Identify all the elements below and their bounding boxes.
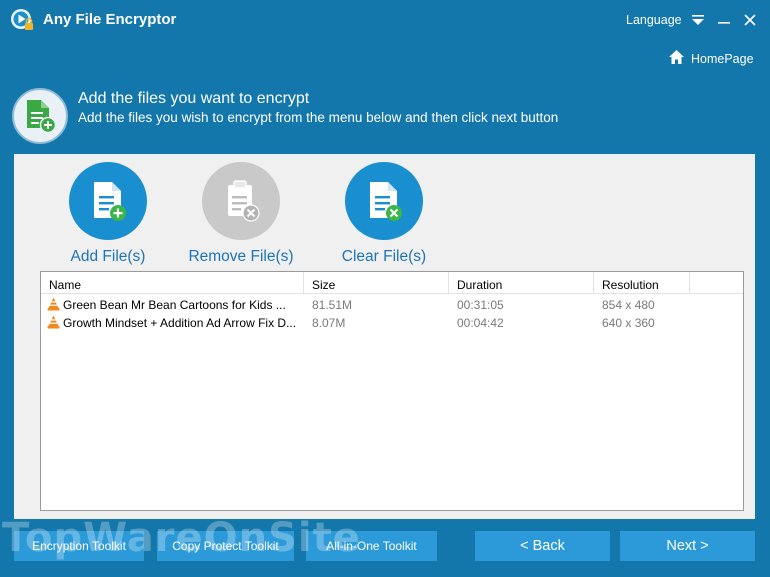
app-title: Any File Encryptor: [43, 11, 177, 28]
column-header-size[interactable]: Size: [304, 272, 449, 294]
copy-protect-toolkit-button[interactable]: Copy Protect Toolkit: [157, 531, 294, 561]
dropdown-menu-icon[interactable]: [688, 10, 708, 30]
add-file-step-icon: [12, 88, 68, 144]
add-files-label: Add File(s): [70, 248, 146, 265]
table-header: Name Size Duration Resolution: [41, 272, 743, 294]
title-bar: Any File Encryptor Language: [0, 0, 770, 42]
close-icon[interactable]: [740, 10, 760, 30]
clear-files-button[interactable]: Clear File(s): [319, 162, 449, 266]
column-header-duration[interactable]: Duration: [449, 272, 594, 294]
step-subtitle: Add the files you wish to encrypt from t…: [78, 110, 559, 125]
column-header-name[interactable]: Name: [41, 272, 304, 294]
minimize-icon[interactable]: [714, 10, 734, 30]
vlc-file-icon: [47, 315, 60, 332]
next-button[interactable]: Next >: [620, 531, 755, 561]
file-duration: 00:04:42: [457, 316, 504, 330]
file-duration: 00:31:05: [457, 298, 504, 312]
homepage-label: HomePage: [691, 52, 754, 66]
file-resolution: 640 x 360: [602, 316, 655, 330]
step-title: Add the files you want to encrypt: [78, 90, 310, 107]
file-size: 81.51M: [312, 298, 353, 312]
file-panel: Add File(s) Remove File(s) Clear File(s)…: [14, 154, 755, 519]
app-logo-icon: [10, 8, 34, 32]
column-header-resolution[interactable]: Resolution: [594, 272, 690, 294]
file-size: 8.07M: [312, 316, 346, 330]
file-list-table[interactable]: Name Size Duration Resolution Green Bean…: [40, 271, 744, 511]
vlc-file-icon: [47, 297, 60, 314]
file-name: Green Bean Mr Bean Cartoons for Kids ...: [63, 298, 286, 312]
file-resolution: 854 x 480: [602, 298, 655, 312]
language-menu[interactable]: Language: [626, 13, 682, 27]
encryption-toolkit-button[interactable]: Encryption Toolkit: [14, 531, 144, 561]
file-name: Growth Mindset + Addition Ad Arrow Fix D…: [63, 316, 297, 330]
all-in-one-toolkit-button[interactable]: All-in-One Toolkit: [306, 531, 437, 561]
table-row[interactable]: Green Bean Mr Bean Cartoons for Kids ...…: [41, 296, 743, 314]
remove-file-icon: [202, 162, 280, 240]
remove-files-button[interactable]: Remove File(s): [176, 162, 306, 266]
add-files-button[interactable]: Add File(s): [43, 162, 173, 266]
clear-file-icon: [345, 162, 423, 240]
table-row[interactable]: Growth Mindset + Addition Ad Arrow Fix D…: [41, 314, 743, 332]
homepage-link[interactable]: HomePage: [668, 49, 754, 70]
home-icon: [668, 49, 685, 70]
remove-files-label: Remove File(s): [188, 248, 294, 265]
back-button[interactable]: < Back: [475, 531, 610, 561]
clear-files-label: Clear File(s): [341, 248, 427, 265]
add-file-icon: [69, 162, 147, 240]
